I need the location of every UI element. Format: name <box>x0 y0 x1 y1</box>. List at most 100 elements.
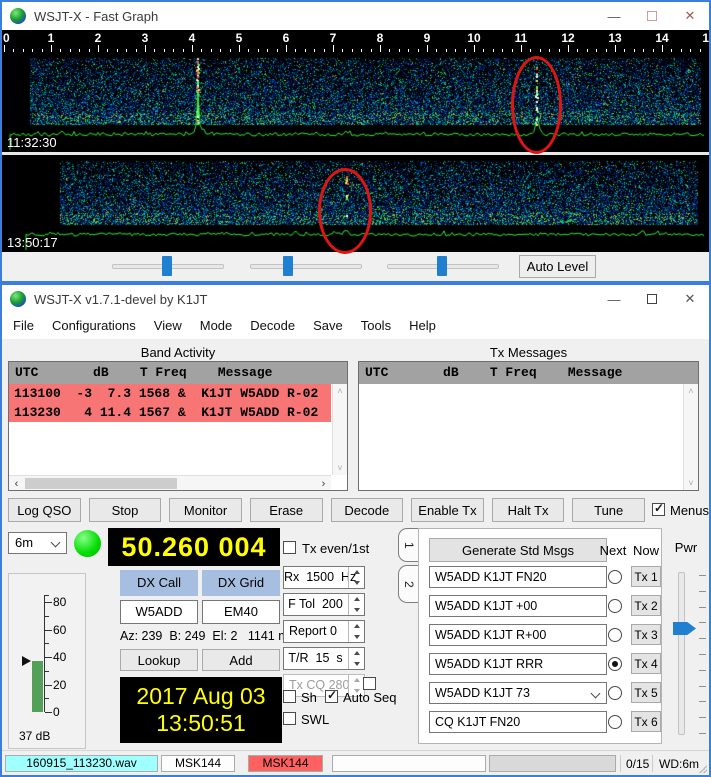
sh-checkbox[interactable] <box>283 690 296 703</box>
main-title: WSJT-X v1.7.1-devel by K1JT <box>34 292 207 307</box>
tx-1-button[interactable]: Tx 1 <box>631 566 661 587</box>
tx-messages-vscrollbar[interactable]: ˄˅ <box>683 384 698 490</box>
tx-message-field-6[interactable]: CQ K1JT FN20 <box>429 711 607 733</box>
spinner-rx[interactable]: Rx 1500 Hz <box>283 566 365 589</box>
next-radio-3[interactable] <box>608 628 622 642</box>
meter-tick-label: 60 <box>53 623 66 637</box>
spin-down-icon[interactable] <box>349 578 364 589</box>
tx-3-button[interactable]: Tx 3 <box>631 624 661 645</box>
tx-5-button[interactable]: Tx 5 <box>631 682 661 703</box>
band-select-dropdown[interactable]: 6m <box>8 532 67 554</box>
scroll-left-icon[interactable]: ‹ <box>9 476 24 491</box>
ruler-minor-tick <box>324 49 325 52</box>
meter-tick-label: 40 <box>53 650 66 664</box>
spin-down-icon[interactable] <box>349 659 364 670</box>
ruler-minor-tick <box>154 49 155 52</box>
dx-call-field[interactable]: W5ADD <box>120 600 198 624</box>
statusbar-separator <box>620 755 621 772</box>
add-button[interactable]: Add <box>202 649 280 671</box>
spinner-report[interactable]: Report 0 <box>283 620 365 643</box>
menu-configurations[interactable]: Configurations <box>43 313 145 339</box>
spin-up-icon[interactable] <box>349 567 364 578</box>
auto-seq-checkbox[interactable] <box>325 690 338 703</box>
next-radio-4[interactable] <box>608 657 622 671</box>
scroll-right-icon[interactable]: › <box>316 476 331 491</box>
chevron-down-icon <box>591 689 601 699</box>
decode-row[interactable]: 113230 4 11.4 1567 & K1JT W5ADD R-02 <box>9 403 331 422</box>
main-titlebar[interactable]: WSJT-X v1.7.1-devel by K1JT — ✕ <box>2 285 709 313</box>
tab-2[interactable]: 2 <box>398 565 419 603</box>
tune-button[interactable]: Tune <box>572 498 645 522</box>
tx-message-field-3[interactable]: W5ADD K1JT R+00 <box>429 624 607 646</box>
decode-row[interactable]: 113100 -3 7.3 1568 & K1JT W5ADD R-02 <box>9 384 331 403</box>
tx-message-field-2[interactable]: W5ADD K1JT +00 <box>429 595 607 617</box>
log-qso-button[interactable]: Log QSO <box>8 498 81 522</box>
swl-checkbox[interactable] <box>283 712 296 725</box>
tx-6-button[interactable]: Tx 6 <box>631 711 661 732</box>
monitor-button[interactable]: Monitor <box>169 498 242 522</box>
minimize-icon[interactable]: — <box>595 2 633 30</box>
pwr-slider-handle[interactable] <box>673 622 696 635</box>
spin-down-icon[interactable] <box>349 632 364 643</box>
generate-std-msgs-button[interactable]: Generate Std Msgs <box>429 538 607 562</box>
spin-down-icon[interactable] <box>349 605 364 616</box>
tab-1[interactable]: 1 <box>398 528 419 562</box>
resize-grip[interactable] <box>697 763 707 773</box>
maximize-icon[interactable] <box>633 2 671 30</box>
date-display: 2017 Aug 03 <box>120 683 282 710</box>
dx-grid-field[interactable]: EM40 <box>202 600 280 624</box>
menu-view[interactable]: View <box>145 313 191 339</box>
menu-tools[interactable]: Tools <box>352 313 400 339</box>
close-icon[interactable]: ✕ <box>671 285 709 313</box>
menu-file[interactable]: File <box>4 313 43 339</box>
tx-message-field-1[interactable]: W5ADD K1JT FN20 <box>429 566 607 588</box>
gain-slider-2-handle[interactable] <box>283 256 293 276</box>
menu-decode[interactable]: Decode <box>241 313 304 339</box>
maximize-icon[interactable] <box>633 285 671 313</box>
tx-4-button[interactable]: Tx 4 <box>631 653 661 674</box>
stop-button[interactable]: Stop <box>89 498 162 522</box>
spin-up-icon[interactable] <box>349 648 364 659</box>
gain-slider-1-handle[interactable] <box>162 256 172 276</box>
halt-tx-button[interactable]: Halt Tx <box>492 498 565 522</box>
enable-tx-button[interactable]: Enable Tx <box>411 498 484 522</box>
spin-up-icon[interactable] <box>349 621 364 632</box>
decode-button[interactable]: Decode <box>331 498 404 522</box>
next-radio-5[interactable] <box>608 686 622 700</box>
band-activity-vscrollbar[interactable]: ˄˅ <box>332 384 347 475</box>
tx-cq-checkbox[interactable] <box>363 677 376 690</box>
spin-buttons[interactable] <box>348 594 364 615</box>
close-icon[interactable]: ✕ <box>671 2 709 30</box>
spin-up-icon[interactable] <box>349 675 364 686</box>
erase-button[interactable]: Erase <box>250 498 323 522</box>
spin-up-icon[interactable] <box>349 594 364 605</box>
spin-buttons[interactable] <box>348 621 364 642</box>
menus-checkbox[interactable] <box>652 503 665 516</box>
next-radio-1[interactable] <box>608 570 622 584</box>
spinner-tr[interactable]: T/R 15 s <box>283 647 365 670</box>
spin-buttons[interactable] <box>348 648 364 669</box>
ruler-major-tick <box>192 45 193 52</box>
menu-mode[interactable]: Mode <box>191 313 242 339</box>
band-activity-panel: UTC dB T Freq Message 113100 -3 7.3 1568… <box>8 361 348 491</box>
band-activity-hscrollbar[interactable]: ‹ › <box>9 475 331 490</box>
auto-level-button[interactable]: Auto Level <box>519 255 596 278</box>
tx-2-button[interactable]: Tx 2 <box>631 595 661 616</box>
menu-help[interactable]: Help <box>400 313 445 339</box>
next-radio-2[interactable] <box>608 599 622 613</box>
gain-slider-3-handle[interactable] <box>437 256 447 276</box>
lookup-button[interactable]: Lookup <box>120 649 198 671</box>
menu-save[interactable]: Save <box>304 313 352 339</box>
spinner-f[interactable]: F Tol 200 <box>283 593 365 616</box>
hscroll-thumb[interactable] <box>25 478 177 489</box>
spin-buttons[interactable] <box>348 567 364 588</box>
fast-graph-titlebar[interactable]: WSJT-X - Fast Graph — ✕ <box>2 2 709 30</box>
tx-message-field-4[interactable]: W5ADD K1JT RRR <box>429 653 607 675</box>
pwr-slider-track[interactable] <box>678 572 685 735</box>
minimize-icon[interactable]: — <box>595 285 633 313</box>
tx-message-field-5[interactable]: W5ADD K1JT 73 <box>429 682 607 704</box>
mode-badge: MSK144 <box>161 755 235 772</box>
gain-slider-2-track[interactable] <box>250 264 362 269</box>
next-radio-6[interactable] <box>608 715 622 729</box>
tx-even-checkbox[interactable] <box>283 541 296 554</box>
